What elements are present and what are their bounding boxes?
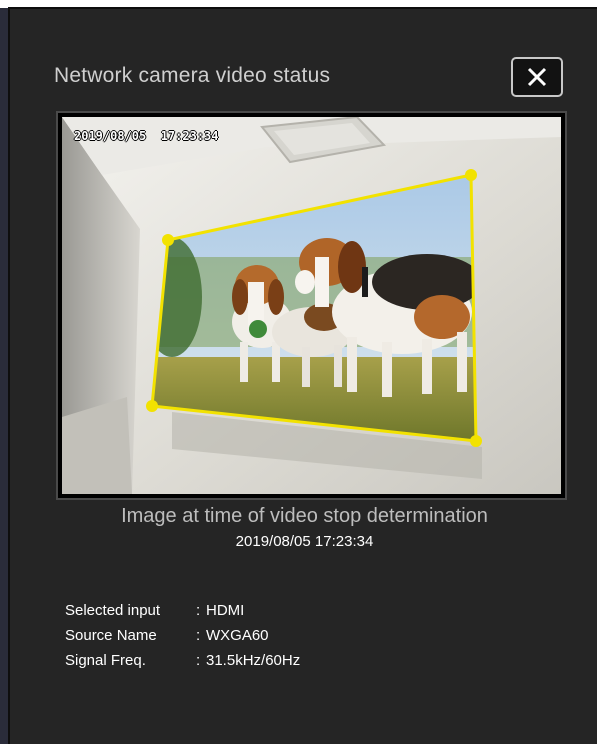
info-label: Source Name [65, 627, 157, 644]
close-icon [527, 67, 547, 87]
image-caption: Image at time of video stop determinatio… [121, 505, 488, 527]
info-label: Selected input [65, 602, 161, 619]
info-value: HDMI [206, 602, 245, 619]
camera-status-dialog: Network camera video status 2019/08/05 1… [8, 7, 597, 744]
info-label: Signal Freq. [65, 652, 146, 669]
info-separator: : [196, 652, 201, 669]
info-row-signal-freq: Signal Freq. : 31.5kHz/60Hz [65, 648, 300, 673]
corner-handle [465, 169, 477, 181]
signal-info-list: Selected input : HDMI Source Name : WXGA… [65, 598, 300, 673]
info-row-source-name: Source Name : WXGA60 [65, 623, 300, 648]
info-separator: : [196, 602, 201, 619]
camera-image-frame: 2019/08/05 17:23:34 [56, 111, 567, 500]
info-value: 31.5kHz/60Hz [206, 652, 301, 669]
info-row-selected-input: Selected input : HDMI [65, 598, 300, 623]
corner-handle [162, 234, 174, 246]
corner-handle [470, 435, 482, 447]
camera-snapshot-image [62, 117, 561, 494]
dialog-title: Network camera video status [54, 64, 331, 87]
info-value: WXGA60 [206, 627, 269, 644]
info-separator: : [196, 627, 201, 644]
corner-handle [146, 400, 158, 412]
image-timestamp-overlay: 2019/08/05 17:23:34 [74, 129, 219, 143]
caption-timestamp: 2019/08/05 17:23:34 [235, 533, 374, 550]
close-button[interactable] [511, 57, 563, 97]
